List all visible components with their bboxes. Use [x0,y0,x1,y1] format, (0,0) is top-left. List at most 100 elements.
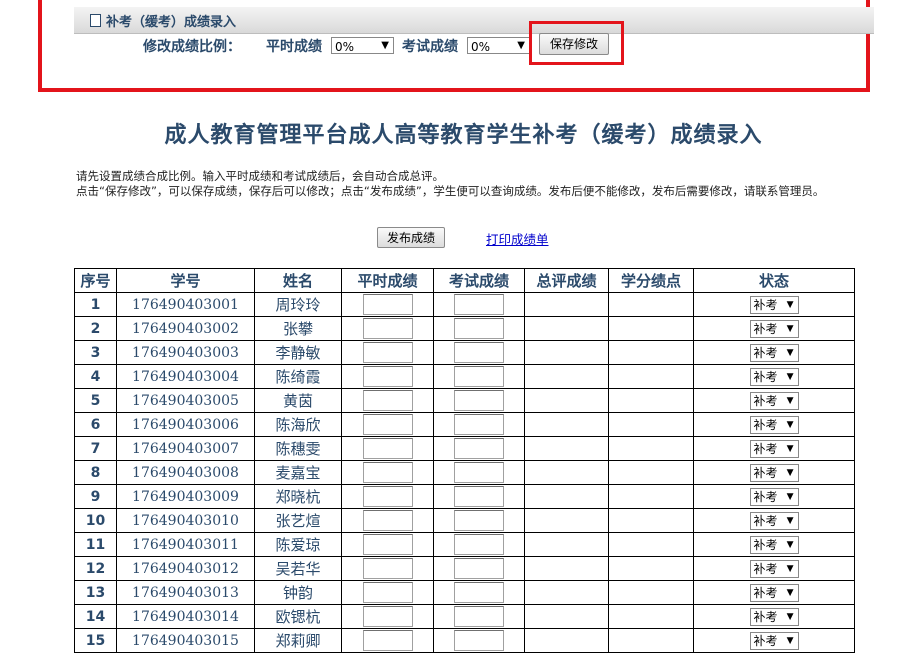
student-id: 176490403003 [116,340,255,365]
status-cell: 补考 ▼ [693,604,855,629]
chevron-down-icon: ▼ [786,587,794,598]
section-header: 补考（缓考）成绩录入 [74,7,874,34]
regular-score-cell [341,484,434,509]
exam-score-input[interactable] [454,486,504,507]
exam-score-input[interactable] [454,366,504,387]
chevron-down-icon: ▼ [786,323,794,334]
total-score-cell [524,436,609,461]
regular-score-cell [341,340,434,365]
exam-ratio-select[interactable]: 0% ▼ [467,37,530,54]
status-select[interactable]: 补考 ▼ [749,631,799,650]
regular-ratio-select[interactable]: 0% ▼ [331,37,394,54]
regular-score-input[interactable] [362,366,413,387]
exam-score-input[interactable] [454,438,504,459]
student-id: 176490403015 [116,628,255,653]
exam-score-input[interactable] [454,390,504,411]
status-select[interactable]: 补考 ▼ [749,367,799,386]
exam-score-input[interactable] [454,534,504,555]
regular-score-input[interactable] [362,606,413,627]
instructions: 请先设置成绩合成比例。输入平时成绩和考试成绩后，会自动合成总评。 点击“保存修改… [76,169,866,199]
exam-score-input[interactable] [454,606,504,627]
status-select[interactable]: 补考 ▼ [749,391,799,410]
status-select[interactable]: 补考 ▼ [749,319,799,338]
print-transcript-link[interactable]: 打印成绩单 [486,229,549,248]
chevron-down-icon: ▼ [786,515,794,526]
table-row: 6 176490403006 陈海欣 补考 ▼ [74,412,855,437]
exam-score-input[interactable] [454,630,504,651]
exam-score-input[interactable] [454,318,504,339]
regular-score-input[interactable] [362,318,413,339]
regular-score-input[interactable] [362,558,413,579]
status-select[interactable]: 补考 ▼ [749,343,799,362]
save-button[interactable]: 保存修改 [539,33,609,55]
row-index: 10 [74,508,117,533]
exam-score-input[interactable] [454,414,504,435]
regular-score-input[interactable] [362,534,413,555]
student-id: 176490403009 [116,484,255,509]
student-name: 陈穗雯 [254,436,342,461]
status-value: 补考 [753,321,778,336]
status-select[interactable]: 补考 ▼ [749,583,799,602]
student-name: 吴若华 [254,556,342,581]
table-row: 3 176490403003 李静敏 补考 ▼ [74,340,855,365]
status-value: 补考 [753,393,778,408]
status-select[interactable]: 补考 ▼ [749,487,799,506]
regular-score-cell [341,412,434,437]
student-name: 麦嘉宝 [254,460,342,485]
status-select[interactable]: 补考 ▼ [749,535,799,554]
regular-score-input[interactable] [362,294,413,315]
page-title: 成人教育管理平台成人高等教育学生补考（缓考）成绩录入 [164,123,763,148]
exam-score-input[interactable] [454,294,504,315]
status-select[interactable]: 补考 ▼ [749,463,799,482]
exam-score-cell [433,532,525,557]
chevron-down-icon: ▼ [786,491,794,502]
regular-score-input[interactable] [362,438,413,459]
regular-score-input[interactable] [362,486,413,507]
total-score-cell [524,604,609,629]
exam-score-input[interactable] [454,342,504,363]
regular-score-input[interactable] [362,582,413,603]
table-row: 8 176490403008 麦嘉宝 补考 ▼ [74,460,855,485]
regular-score-input[interactable] [362,390,413,411]
exam-score-input[interactable] [454,558,504,579]
status-select[interactable]: 补考 ▼ [749,439,799,458]
total-score-cell [524,628,609,653]
table-row: 12 176490403012 吴若华 补考 ▼ [74,556,855,581]
student-name: 张攀 [254,316,342,341]
regular-score-input[interactable] [362,630,413,651]
status-select[interactable]: 补考 ▼ [749,295,799,314]
status-cell: 补考 ▼ [693,532,855,557]
status-select[interactable]: 补考 ▼ [749,511,799,530]
exam-score-input[interactable] [454,462,504,483]
status-select[interactable]: 补考 ▼ [749,607,799,626]
student-id: 176490403013 [116,580,255,605]
column-header: 总评成绩 [524,268,609,293]
regular-score-input[interactable] [362,342,413,363]
row-index: 7 [74,436,117,461]
grade-point-cell [608,340,694,365]
grade-point-cell [608,532,694,557]
total-score-cell [524,316,609,341]
status-cell: 补考 ▼ [693,580,855,605]
regular-score-input[interactable] [362,414,413,435]
document-icon [90,14,101,27]
column-header: 考试成绩 [433,268,525,293]
status-select[interactable]: 补考 ▼ [749,559,799,578]
grade-point-cell [608,292,694,317]
column-header: 序号 [74,268,117,293]
status-select[interactable]: 补考 ▼ [749,415,799,434]
exam-score-cell [433,316,525,341]
publish-button[interactable]: 发布成绩 [377,227,445,248]
exam-score-input[interactable] [454,510,504,531]
chevron-down-icon: ▼ [786,371,794,382]
column-header: 状态 [693,268,855,293]
regular-score-input[interactable] [362,462,413,483]
status-value: 补考 [753,369,778,384]
regular-score-cell [341,436,434,461]
exam-score-input[interactable] [454,582,504,603]
regular-score-input[interactable] [362,510,413,531]
chevron-down-icon: ▼ [786,563,794,574]
status-cell: 补考 ▼ [693,292,855,317]
exam-score-cell [433,364,525,389]
exam-score-cell [433,628,525,653]
